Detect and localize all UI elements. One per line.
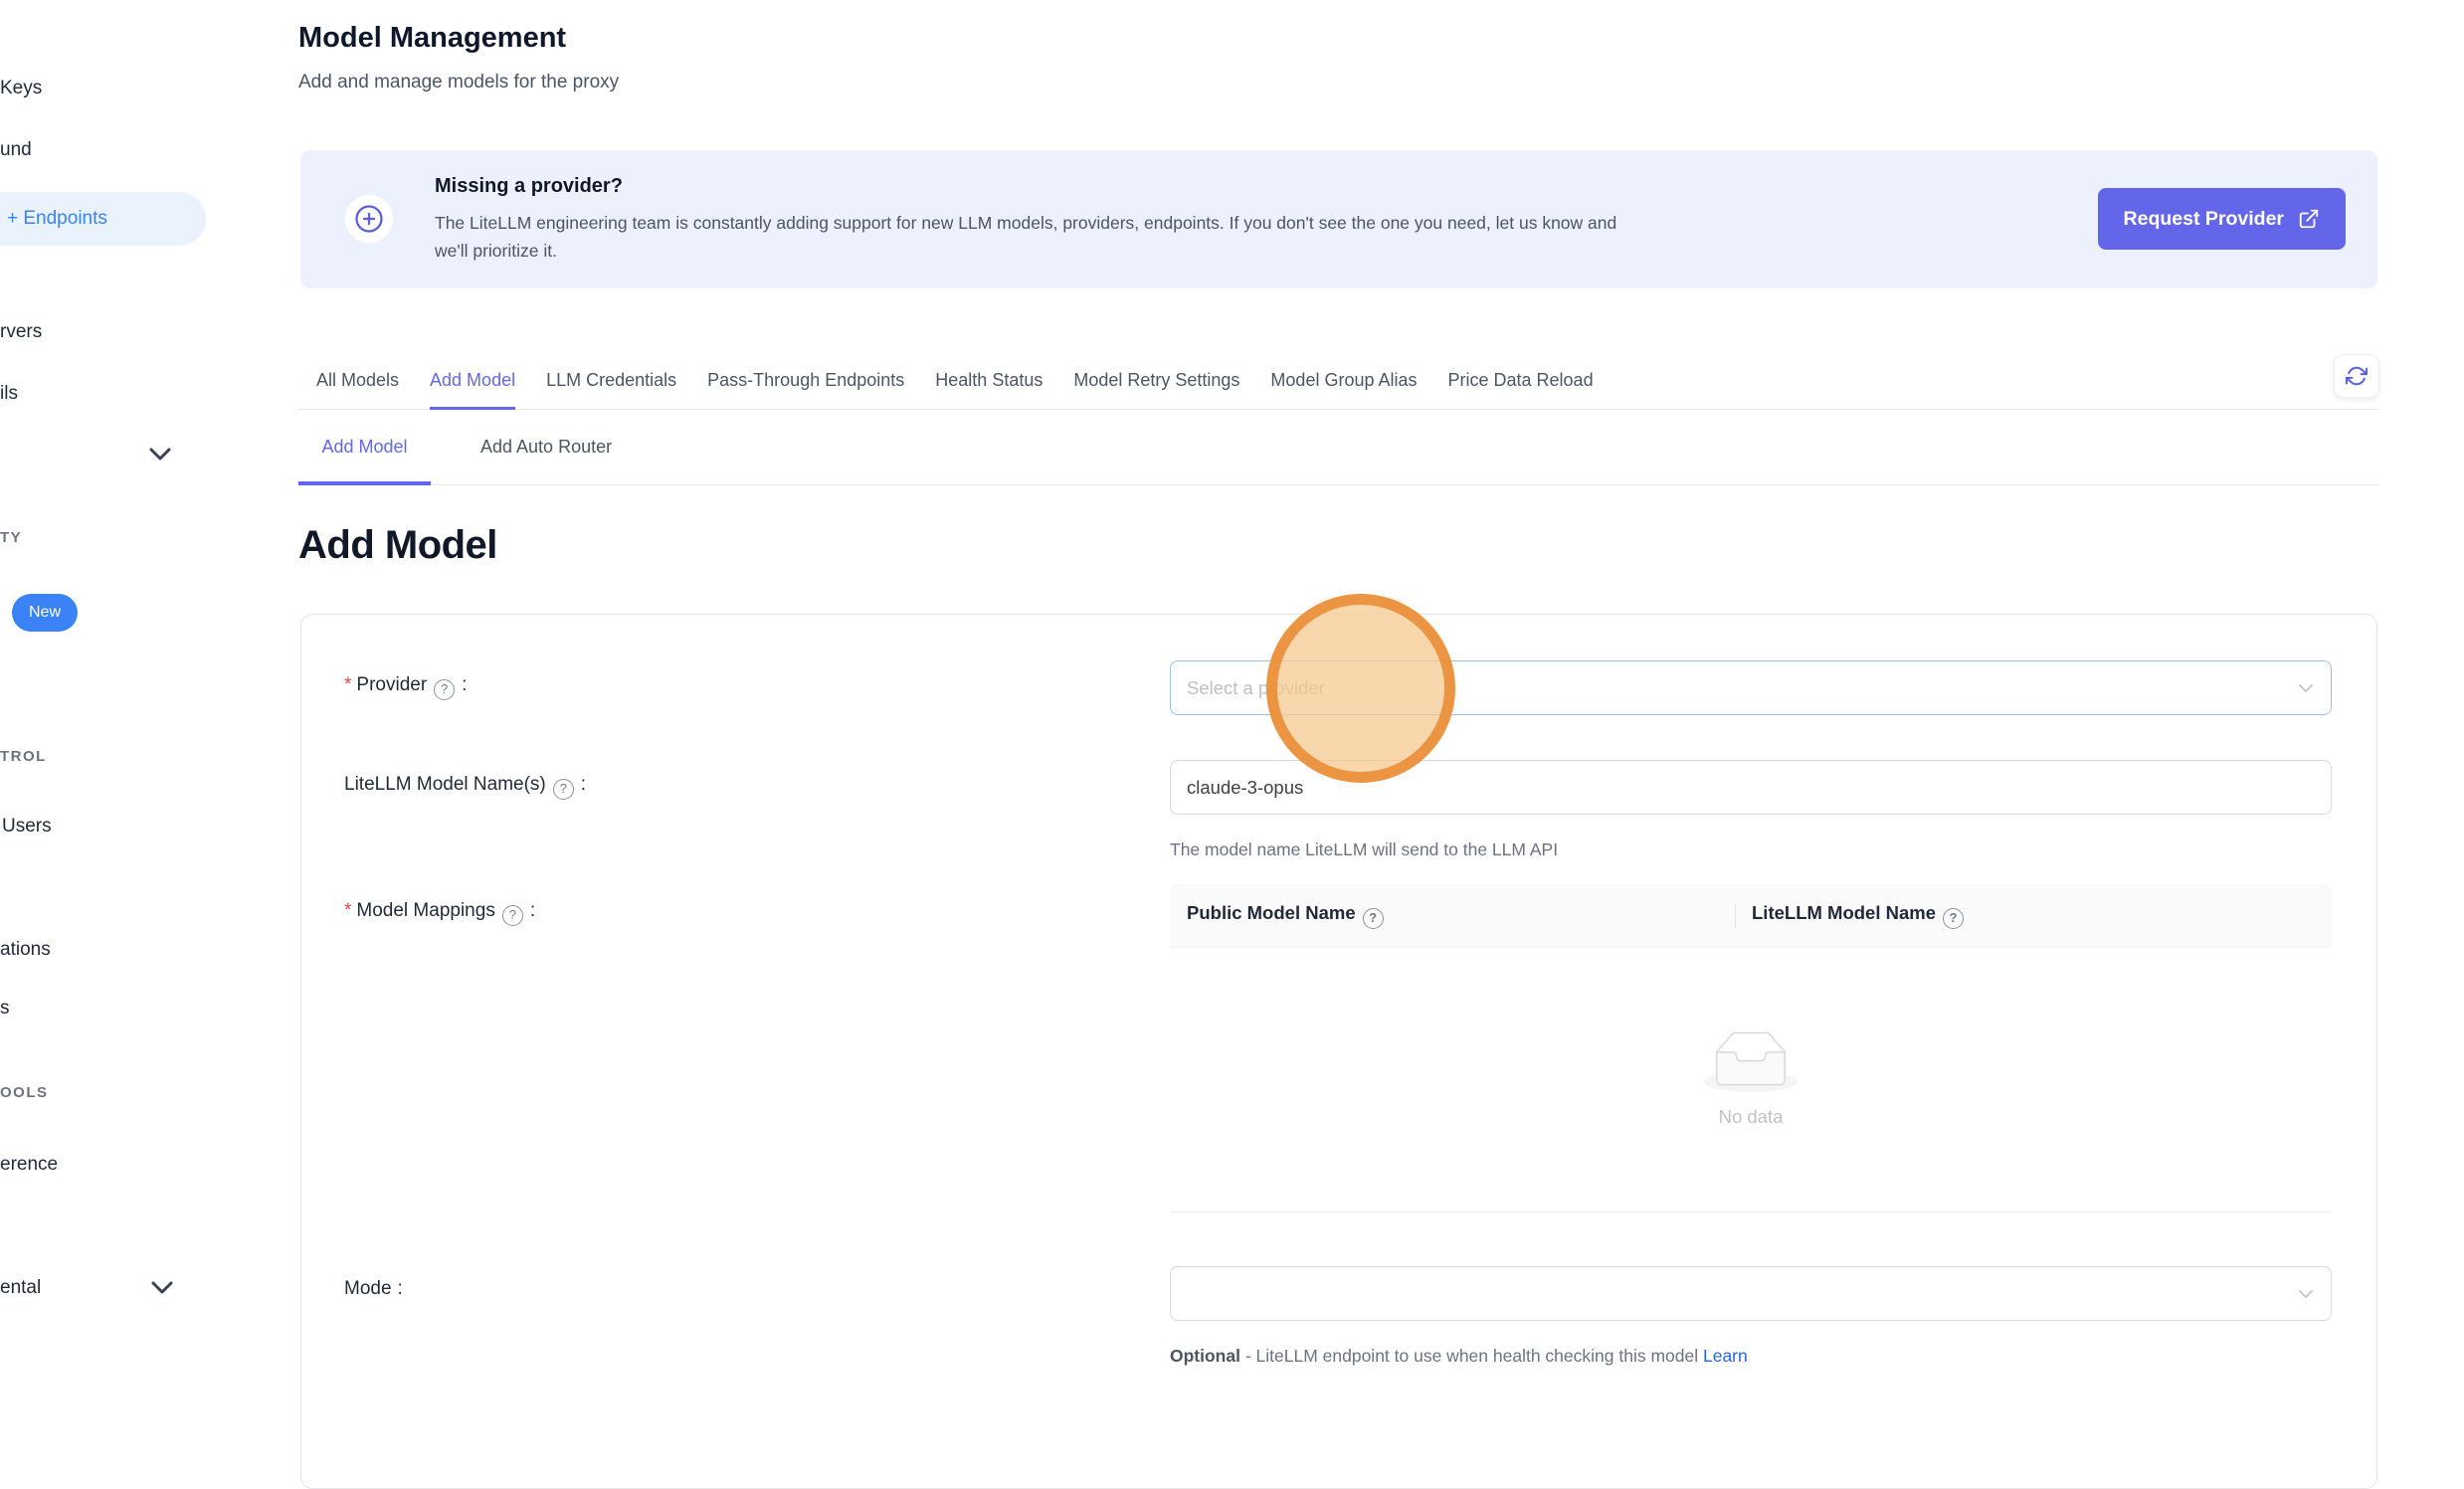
help-icon[interactable]: ?: [434, 679, 455, 700]
sidebar: Keys und + Endpoints rvers ils TY New TR…: [0, 0, 264, 1378]
tab-all-models[interactable]: All Models: [316, 353, 399, 410]
page-subtitle: Add and manage models for the proxy: [298, 72, 619, 93]
tab-llm-credentials[interactable]: LLM Credentials: [546, 353, 676, 410]
tab-price-data-reload[interactable]: Price Data Reload: [1448, 353, 1594, 410]
sidebar-item-users[interactable]: Users: [2, 816, 52, 838]
tab-pass-through-endpoints[interactable]: Pass-Through Endpoints: [707, 353, 904, 410]
model-mappings-label: *Model Mappings?:: [344, 900, 535, 926]
request-provider-button[interactable]: Request Provider: [2098, 188, 2346, 250]
help-icon[interactable]: ?: [502, 905, 523, 926]
add-model-subtabs: Add Model Add Auto Router: [298, 410, 2379, 485]
mode-helper: Optional - LiteLLM endpoint to use when …: [1170, 1346, 1748, 1367]
new-badge: New: [12, 594, 78, 632]
sidebar-section-tools: OOLS: [0, 1084, 49, 1101]
sidebar-item-keys[interactable]: Keys: [0, 78, 42, 99]
refresh-icon: [2346, 365, 2368, 387]
table-empty-state: No data: [1170, 948, 2332, 1212]
tab-add-model[interactable]: Add Model: [430, 353, 515, 410]
learn-link[interactable]: Learn: [1703, 1346, 1748, 1366]
column-litellm-model-name: LiteLLM Model Name?: [1735, 902, 2332, 929]
model-tabs: All Models Add Model LLM Credentials Pas…: [298, 353, 2379, 410]
provider-select[interactable]: Select a provider: [1170, 660, 2332, 715]
request-provider-label: Request Provider: [2124, 208, 2284, 231]
add-model-heading: Add Model: [298, 523, 497, 568]
table-header: Public Model Name? LiteLLM Model Name?: [1170, 884, 2332, 948]
sidebar-item-experimental[interactable]: ental: [0, 1277, 41, 1299]
no-data-label: No data: [1719, 1106, 1784, 1128]
subtab-add-model[interactable]: Add Model: [298, 410, 431, 485]
sidebar-item-servers[interactable]: rvers: [0, 321, 42, 343]
help-icon[interactable]: ?: [1363, 908, 1384, 929]
add-model-form: *Provider?: Select a provider LiteLLM Mo…: [300, 614, 2377, 1489]
model-name-label: LiteLLM Model Name(s)?:: [344, 774, 586, 800]
chevron-down-icon: [2298, 1289, 2314, 1299]
banner-body-line2: we'll prioritize it.: [435, 237, 557, 265]
sidebar-section-observability: TY: [0, 529, 22, 546]
empty-box-icon: [1703, 1031, 1799, 1092]
help-icon[interactable]: ?: [553, 779, 574, 800]
missing-provider-banner: Missing a provider? The LiteLLM engineer…: [300, 150, 2377, 288]
sidebar-section-access-control: TROL: [0, 748, 47, 765]
sidebar-item-playground[interactable]: und: [0, 139, 32, 161]
chevron-down-icon: [2298, 683, 2314, 693]
external-link-icon: [2298, 208, 2320, 230]
provider-label: *Provider?:: [344, 674, 467, 700]
tab-health-status[interactable]: Health Status: [935, 353, 1042, 410]
sidebar-item-label: + Endpoints: [7, 192, 107, 246]
banner-title: Missing a provider?: [435, 175, 623, 198]
mode-select[interactable]: [1170, 1266, 2332, 1321]
sidebar-item-reference[interactable]: erence: [0, 1154, 58, 1176]
sidebar-item-trails[interactable]: ils: [0, 383, 18, 405]
column-public-model-name: Public Model Name?: [1170, 902, 1735, 929]
required-asterisk: *: [344, 900, 351, 921]
chevron-down-icon[interactable]: [151, 1281, 173, 1295]
model-name-input[interactable]: [1170, 760, 2332, 815]
mode-label: Mode:: [344, 1278, 403, 1300]
refresh-button[interactable]: [2334, 354, 2379, 398]
tab-model-group-alias[interactable]: Model Group Alias: [1270, 353, 1417, 410]
banner-body-line1: The LiteLLM engineering team is constant…: [435, 209, 1616, 237]
sidebar-item-endpoints-active[interactable]: + Endpoints: [0, 192, 206, 246]
page-title: Model Management: [298, 22, 566, 55]
model-name-helper: The model name LiteLLM will send to the …: [1170, 839, 1558, 860]
sidebar-item-teams[interactable]: s: [0, 998, 10, 1020]
chevron-down-icon[interactable]: [149, 448, 171, 462]
subtab-add-auto-router[interactable]: Add Auto Router: [471, 410, 622, 485]
required-asterisk: *: [344, 674, 351, 695]
provider-placeholder: Select a provider: [1187, 677, 1325, 699]
model-mappings-table: Public Model Name? LiteLLM Model Name? N…: [1170, 884, 2332, 1212]
sidebar-item-organizations[interactable]: ations: [0, 939, 51, 961]
tab-model-retry-settings[interactable]: Model Retry Settings: [1073, 353, 1239, 410]
plus-circle-icon: [345, 195, 393, 243]
help-icon[interactable]: ?: [1943, 908, 1964, 929]
